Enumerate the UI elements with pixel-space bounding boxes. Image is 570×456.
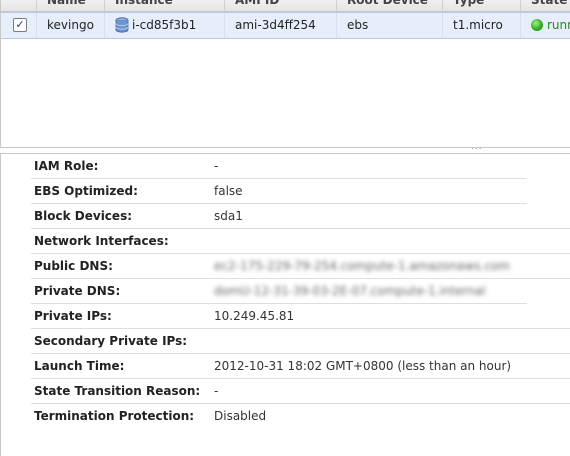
detail-row-iam-role: IAM Role: - xyxy=(31,154,570,179)
column-header-root-device[interactable]: Root Device xyxy=(337,0,443,12)
detail-value: Disabled xyxy=(214,409,267,423)
detail-label: Private IPs: xyxy=(34,309,112,323)
running-status-icon xyxy=(531,18,543,31)
detail-row-secondary-private-ips: Secondary Private IPs: xyxy=(31,329,570,354)
state-cell: runn xyxy=(521,13,570,38)
detail-value: - xyxy=(214,384,219,398)
detail-label: Secondary Private IPs: xyxy=(34,334,188,348)
instances-grid: Name Instance AMI ID Root Device Type St… xyxy=(0,0,570,152)
row-checkbox[interactable]: ✓ xyxy=(13,18,27,32)
detail-row-state-transition-reason: State Transition Reason: - xyxy=(31,379,570,404)
detail-label: IAM Role: xyxy=(34,159,99,173)
detail-label: Public DNS: xyxy=(34,259,113,273)
detail-row-ebs-optimized: EBS Optimized: false xyxy=(31,179,570,204)
detail-label: Block Devices: xyxy=(34,209,133,223)
detail-row-launch-time: Launch Time: 2012-10-31 18:02 GMT+0800 (… xyxy=(31,354,570,379)
type-cell: t1.micro xyxy=(443,13,521,38)
detail-label: EBS Optimized: xyxy=(34,184,138,198)
grid-header: Name Instance AMI ID Root Device Type St… xyxy=(1,0,570,12)
detail-value: false xyxy=(214,184,243,198)
column-header-ami-id[interactable]: AMI ID xyxy=(225,0,337,12)
detail-row-network-interfaces: Network Interfaces: xyxy=(31,229,570,254)
detail-row-private-ips: Private IPs: 10.249.45.81 xyxy=(31,304,570,329)
instance-cell: i-cd85f3b1 xyxy=(105,13,225,38)
detail-label: State Transition Reason: xyxy=(34,384,201,398)
private-dns-value: domU-12-31-39-03-2E-07.compute-1.interna… xyxy=(214,284,486,298)
column-header-instance[interactable]: Instance xyxy=(105,0,225,12)
detail-row-public-dns: Public DNS: ec2-175-229-79-254.compute-1… xyxy=(31,254,570,279)
ebs-volume-icon xyxy=(115,16,129,33)
column-header-checkbox[interactable] xyxy=(1,0,37,12)
column-header-state[interactable]: State xyxy=(521,0,570,12)
column-header-name[interactable]: Name xyxy=(37,0,105,12)
column-header-type[interactable]: Type xyxy=(443,0,521,12)
row-select-cell: ✓ xyxy=(1,13,37,38)
public-dns-value: ec2-175-229-79-254.compute-1.amazonaws.c… xyxy=(214,259,510,273)
detail-row-block-devices: Block Devices: sda1 xyxy=(31,204,570,229)
detail-value: 2012-10-31 18:02 GMT+0800 (less than an … xyxy=(214,359,512,373)
detail-row-termination-protection: Termination Protection: Disabled xyxy=(31,404,570,429)
instance-id: i-cd85f3b1 xyxy=(132,18,197,32)
root-device-cell: ebs xyxy=(337,13,443,38)
name-cell: kevingo xyxy=(37,13,105,38)
detail-value: 10.249.45.81 xyxy=(214,309,295,323)
detail-row-private-dns: Private DNS: domU-12-31-39-03-2E-07.comp… xyxy=(31,279,570,304)
detail-label: Launch Time: xyxy=(34,359,125,373)
state-text: runn xyxy=(547,18,570,32)
instance-details-panel: IAM Role: - EBS Optimized: false Block D… xyxy=(0,153,570,456)
block-device-link[interactable]: sda1 xyxy=(214,204,243,229)
detail-label: Termination Protection: xyxy=(34,409,195,423)
detail-label: Private DNS: xyxy=(34,284,121,298)
splitter-grip[interactable]: ... xyxy=(471,143,487,152)
table-row[interactable]: ✓ kevingo i-cd85f3b1 ami-3d4ff254 ebs t1… xyxy=(1,12,570,39)
detail-label: Network Interfaces: xyxy=(34,234,169,248)
detail-value: - xyxy=(214,159,219,173)
ami-cell: ami-3d4ff254 xyxy=(225,13,337,38)
